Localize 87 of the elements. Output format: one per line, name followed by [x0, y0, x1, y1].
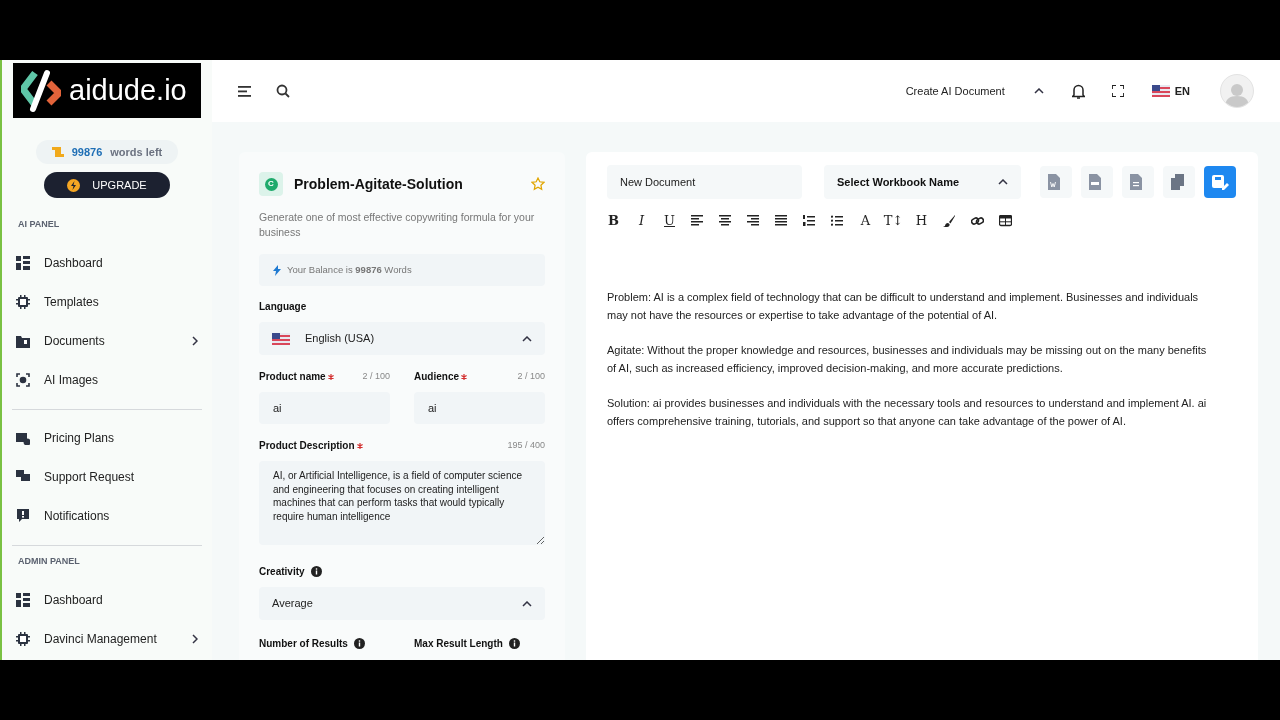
field-label: Number of Results [259, 637, 348, 651]
sidebar-item[interactable]: Documents [16, 321, 198, 361]
section-title: AI PANEL [18, 218, 61, 231]
export-button[interactable] [1081, 166, 1113, 198]
workbook-dropdown[interactable]: Select Workbook Name [824, 165, 1021, 199]
chevron-up-icon [522, 335, 532, 342]
camera-icon [16, 373, 30, 387]
grid-icon [16, 256, 30, 270]
language-dropdown[interactable]: English (USA) [259, 322, 545, 355]
character-counter: 195 / 400 [507, 438, 545, 452]
field-label: Product Description [259, 439, 355, 453]
format-button[interactable]: I [631, 209, 652, 233]
export-button[interactable] [1204, 166, 1236, 198]
chip-icon [16, 631, 30, 646]
star-icon[interactable] [531, 177, 545, 191]
align-center-icon [719, 215, 732, 227]
words-label: words left [110, 144, 163, 160]
field-label: Audience [414, 370, 459, 384]
editor-paragraph: Agitate: Without the proper knowledge and resources, businesses and individuals may be missing out on the many benefits of AI, such as increased efficiency, improved decision-making, and more accurate predictions. [607, 343, 1208, 376]
create-document-menu[interactable]: Create AI Document [905, 82, 1005, 100]
field-label: Creativity [259, 565, 305, 579]
document-name-field[interactable]: New Document [607, 165, 802, 199]
balance-text: Your Balance is 99876 Words [287, 262, 412, 277]
field-label: Max Result Length [414, 637, 503, 651]
description-textarea[interactable]: AI, or Artificial Intelligence, is a field of computer science and engineering that focuses on creating intelligent machines that can perform tasks that would typically require human intelligence [259, 461, 545, 545]
character-counter: 2 / 100 [517, 369, 545, 383]
search-icon [276, 84, 290, 98]
numbered-list-icon [803, 215, 816, 227]
flag-icon [272, 332, 290, 345]
info-icon [508, 638, 520, 649]
sidebar-item[interactable]: AI Images [16, 360, 198, 400]
sidebar-item[interactable]: Support Request [16, 457, 198, 497]
chip-icon [16, 295, 30, 309]
folder-icon [16, 334, 30, 348]
export-button[interactable] [1040, 166, 1072, 198]
export-button[interactable] [1122, 166, 1154, 198]
language-selector[interactable]: EN [1151, 82, 1190, 100]
sidebar-item[interactable]: Dashboard [16, 580, 198, 619]
bullet-list-icon [831, 215, 844, 227]
alert-message-icon [16, 509, 30, 523]
info-icon [310, 566, 322, 577]
format-button[interactable]: U [659, 209, 680, 233]
save-edit-icon [1211, 174, 1229, 190]
brush-icon [943, 215, 956, 227]
grid-icon [16, 592, 30, 607]
creativity-dropdown[interactable]: Average [259, 587, 545, 620]
person-silhouette-icon [1225, 81, 1249, 107]
info-icon [353, 638, 365, 649]
chevron-up-icon [1033, 88, 1044, 94]
template-title: Problem-Agitate-Solution [294, 174, 464, 194]
export-button[interactable] [1163, 166, 1195, 198]
table-icon [999, 215, 1012, 227]
format-button[interactable]: T↕ [883, 209, 904, 233]
text-field[interactable]: ai [414, 392, 545, 424]
section-title: ADMIN PANEL [18, 554, 81, 568]
bell-icon [1071, 83, 1085, 99]
field-label: Product name [259, 370, 326, 384]
logo-mark-icon [21, 68, 61, 113]
character-counter: 2 / 100 [362, 369, 390, 383]
sidebar-item[interactable]: Davinci Management [16, 619, 198, 658]
format-button[interactable]: B [603, 209, 624, 233]
sidebar-item[interactable]: Pricing Plans [16, 418, 198, 458]
text-field[interactable]: ai [259, 392, 390, 424]
link-icon [971, 215, 984, 227]
format-button[interactable]: H [911, 209, 932, 233]
sidebar-item[interactable]: Templates [16, 282, 198, 322]
editor-paragraph: Solution: ai provides businesses and individuals with the necessary tools and resources to understand and implement AI. ai offers comprehensive training, tutorials, and support so that anyone can take advantage of the power of AI. [607, 396, 1208, 429]
words-count: 99876 [71, 144, 103, 160]
bolt-icon [273, 264, 281, 276]
sidebar-item[interactable]: Notifications [16, 496, 198, 536]
bolt-icon [67, 178, 81, 192]
template-description: Generate one of most effective copywriting formula for your business [259, 210, 536, 240]
align-left-icon [691, 215, 704, 227]
field-label: Language [259, 300, 308, 314]
fullscreen-icon [1111, 85, 1124, 97]
badge-letter: C [264, 177, 278, 191]
align-right-icon [747, 215, 760, 227]
justify-icon [775, 215, 788, 227]
upgrade-button[interactable]: UPGRADE [44, 172, 170, 198]
menu-icon [238, 85, 251, 97]
logo-text: aidude.io [69, 76, 187, 105]
flag-icon [1151, 85, 1170, 97]
chevron-up-icon [522, 600, 532, 607]
editor-paragraph: Problem: AI is a complex field of technology that can be difficult to understand and implement. Businesses and individuals may not have the resources or expertise to take advantage of the potential of AI. [607, 290, 1200, 323]
format-button[interactable]: A [855, 209, 876, 233]
sidebar-item[interactable]: Dashboard [16, 243, 198, 283]
chevron-up-icon [998, 179, 1008, 185]
